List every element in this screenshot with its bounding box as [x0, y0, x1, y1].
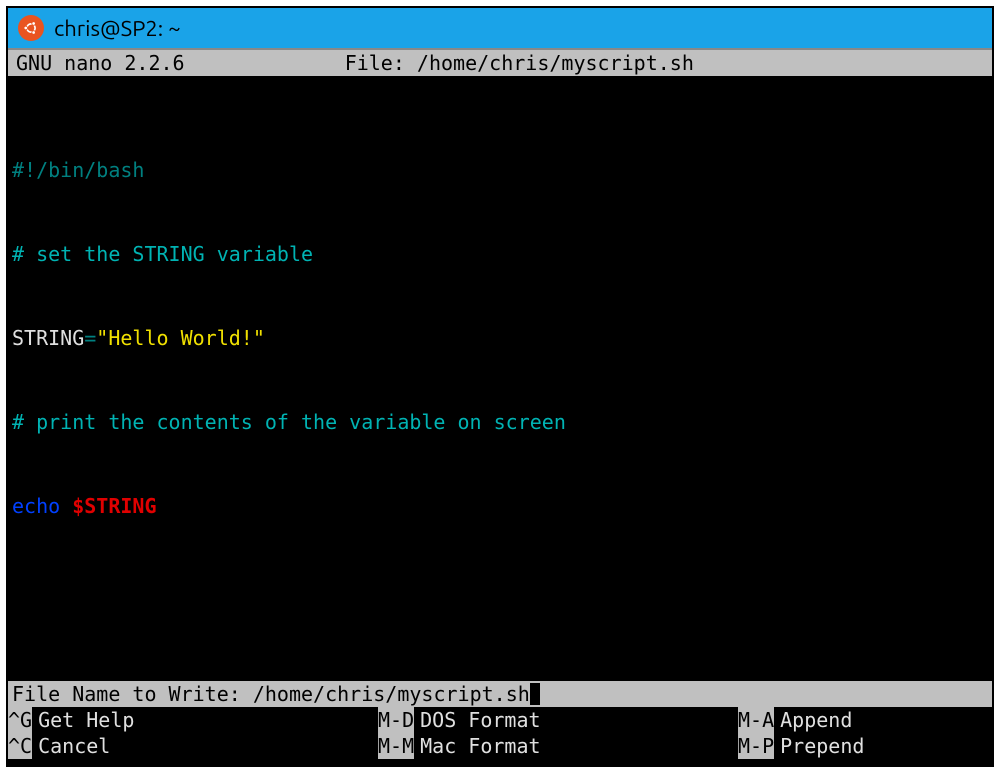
ubuntu-icon: [18, 15, 44, 41]
shortcut-cancel[interactable]: ^C Cancel: [8, 733, 378, 759]
shortcut-row: ^C Cancel M-M Mac Format M-P Prepend: [8, 733, 992, 759]
code-equals: =: [84, 326, 96, 350]
prompt-label: File Name to Write:: [12, 681, 253, 707]
shortcut-bar: ^G Get Help M-D DOS Format M-A Append ^C…: [8, 707, 992, 759]
code-var-ref: $STRING: [72, 494, 156, 518]
editor-area[interactable]: #!/bin/bash # set the STRING variable ST…: [8, 76, 992, 681]
prompt-value: /home/chris/myscript.sh: [253, 681, 530, 707]
nano-file-label: File: /home/chris/myscript.sh: [205, 51, 834, 75]
shortcut-prepend[interactable]: M-P Prepend: [738, 733, 992, 759]
shortcut-mac-format[interactable]: M-M Mac Format: [378, 733, 738, 759]
shortcut-label: Append: [774, 707, 852, 733]
shortcut-get-help[interactable]: ^G Get Help: [8, 707, 378, 733]
shortcut-key: ^C: [8, 733, 32, 759]
code-comment: # print the contents of the variable on …: [12, 410, 566, 434]
window-title: chris@SP2: ~: [54, 16, 181, 41]
cursor-icon: [530, 683, 540, 705]
shortcut-key: M-D: [378, 707, 414, 733]
shortcut-label: Prepend: [774, 733, 864, 759]
nano-header: GNU nano 2.2.6 File: /home/chris/myscrip…: [8, 48, 992, 76]
shortcut-row: ^G Get Help M-D DOS Format M-A Append: [8, 707, 992, 733]
code-comment: # set the STRING variable: [12, 242, 313, 266]
shortcut-label: Cancel: [32, 733, 110, 759]
shortcut-key: M-M: [378, 733, 414, 759]
filename-prompt[interactable]: File Name to Write: /home/chris/myscript…: [8, 681, 992, 707]
code-shebang: #!/bin/bash: [12, 158, 144, 182]
code-space: [60, 494, 72, 518]
code-echo: echo: [12, 494, 60, 518]
window-titlebar[interactable]: chris@SP2: ~: [8, 8, 992, 48]
code-var-name: STRING: [12, 326, 84, 350]
nano-version: GNU nano 2.2.6: [16, 51, 205, 75]
shortcut-key: ^G: [8, 707, 32, 733]
shortcut-key: M-A: [738, 707, 774, 733]
shortcut-label: Get Help: [32, 707, 134, 733]
shortcut-label: Mac Format: [414, 733, 540, 759]
code-string: "Hello World!": [96, 326, 265, 350]
shortcut-key: M-P: [738, 733, 774, 759]
shortcut-label: DOS Format: [414, 707, 540, 733]
footer-space: [8, 759, 992, 765]
shortcut-dos-format[interactable]: M-D DOS Format: [378, 707, 738, 733]
terminal-window: chris@SP2: ~ GNU nano 2.2.6 File: /home/…: [6, 6, 994, 767]
shortcut-append[interactable]: M-A Append: [738, 707, 992, 733]
